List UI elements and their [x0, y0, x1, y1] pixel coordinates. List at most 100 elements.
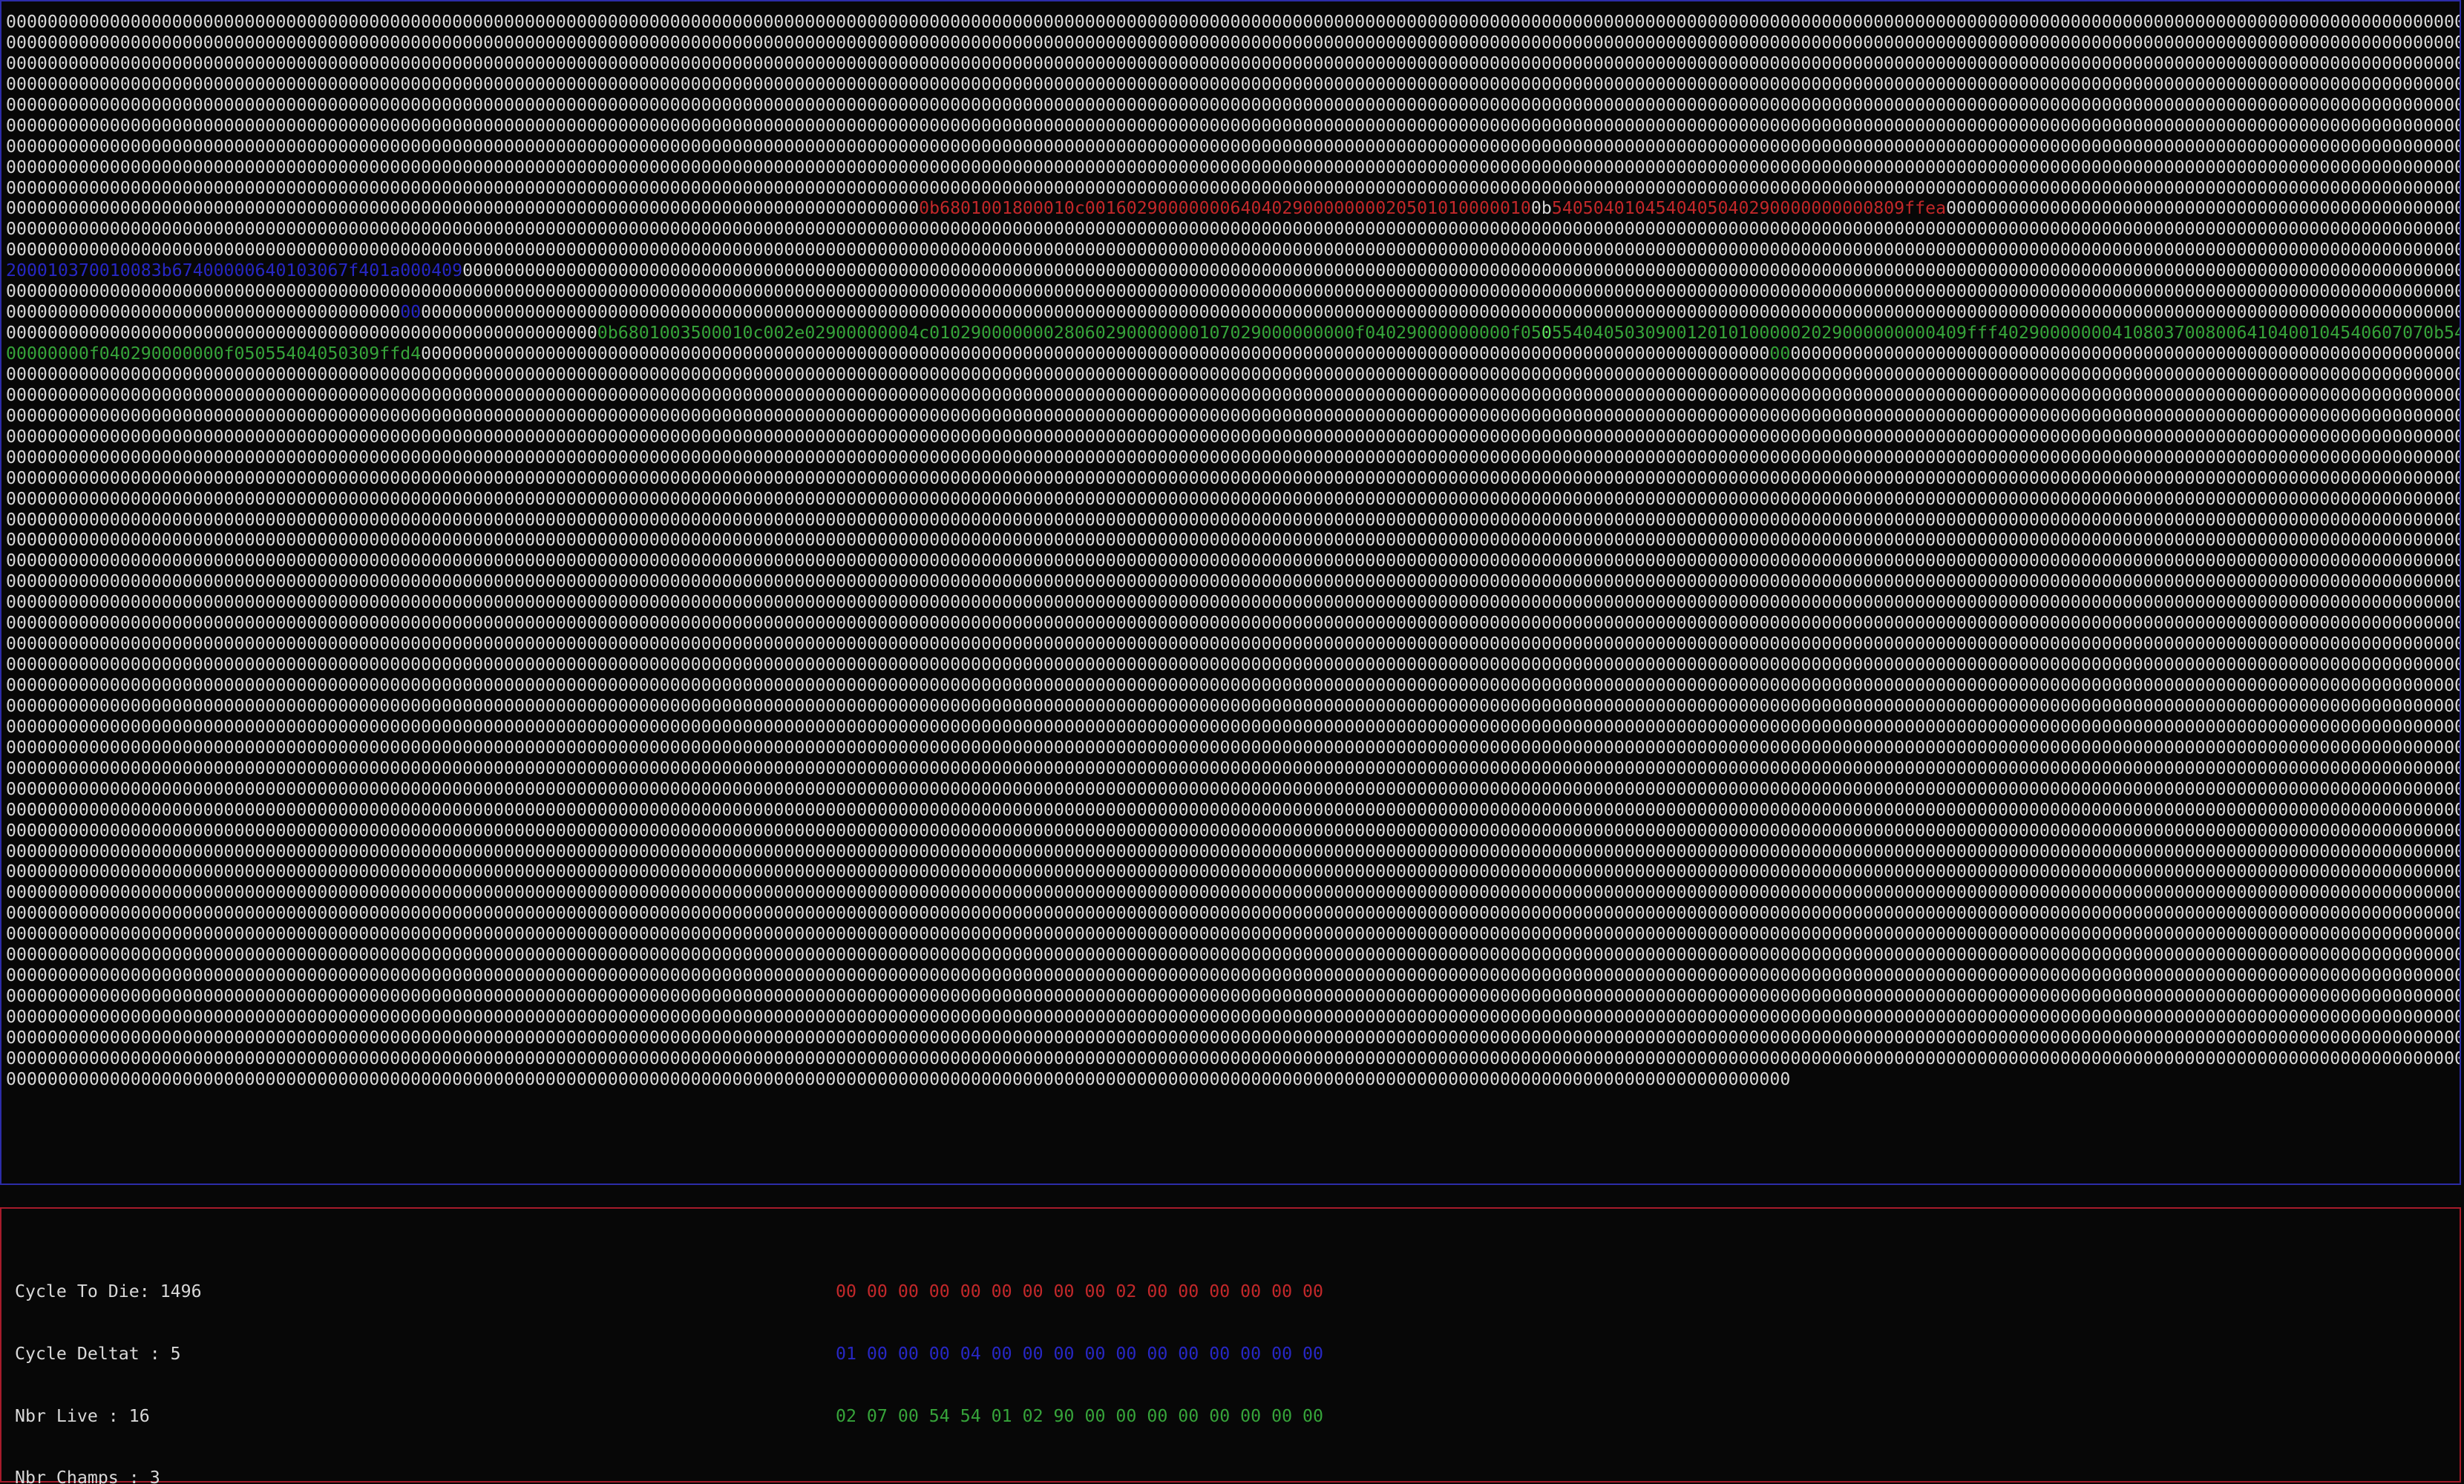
- memory-segment-default: 0000000000000000000000000000000000000000…: [6, 924, 2460, 945]
- memory-segment-default: 0000000000000000000000000000000000000000…: [6, 986, 2460, 1007]
- memory-segment-default: 0000000000000000000000000000000000000000…: [6, 716, 2460, 737]
- memory-row: 0000000000000000000000000000000000000000…: [6, 53, 2460, 74]
- memory-row: 0000000000000000000000000000000000000000…: [6, 427, 2460, 447]
- memory-segment-default: 0000000000000000000000000000000000000000…: [6, 198, 920, 219]
- memory-segment-default: 0000000000000000000000000000000000000000…: [6, 12, 2460, 32]
- cycle-to-die-label: Cycle To Die: 1496: [15, 1281, 202, 1301]
- memory-segment-default: 0000000000000000000000000000000000000000…: [462, 260, 2460, 281]
- memory-row: 0000000000000000000000000000000000000000…: [6, 654, 2460, 675]
- memory-segment-default: 0000000000000000000000000000000000000000…: [6, 861, 2460, 882]
- memory-segment-default: 0000000000000000000000000000000000000000…: [6, 965, 2460, 986]
- memory-row: 0000000000000000000000000000000000000000…: [6, 800, 2460, 821]
- memory-row: 0000000000000000000000000000000000000000…: [6, 634, 2460, 654]
- memory-segment-default: 0b: [1530, 198, 1552, 219]
- memory-dump: 0000000000000000000000000000000000000000…: [6, 12, 2460, 1090]
- memory-segment-default: 0000000000000000000000000000000000000000…: [6, 1027, 2460, 1048]
- memory-row: 200010370010083b67400000640103067f401a00…: [6, 260, 2460, 281]
- memory-row: 0000000000000000000000000000000000000000…: [6, 696, 2460, 717]
- memory-row: 0000000000000000000000000000000000000000…: [6, 1048, 2460, 1069]
- memory-segment-default: 0000000000000000000000000000000000000000…: [6, 571, 2460, 592]
- memory-segment-default: 0000000000000000000000000000000000000000…: [1790, 344, 2460, 364]
- memory-segment-default: 0000000000000000000000000000000000000000…: [6, 384, 2460, 405]
- info-panel: Cycle To Die: 1496 Cycle Deltat : 5 Nbr …: [0, 1207, 2461, 1484]
- memory-segment-default: 0000000000000000000000000000000000000000…: [6, 447, 2460, 467]
- memory-segment-default: 0000000000000000000000000000000000000000…: [6, 758, 2460, 778]
- memory-segment-default: 0000000000000000000000000000000000000000…: [6, 945, 2460, 965]
- memory-row: 0000000000000000000000000000000000000000…: [6, 323, 2460, 344]
- memory-segment-default: 0000000000000000000000000000000000000000…: [6, 426, 2460, 447]
- memory-row: 0000000000000000000000000000000000000000…: [6, 33, 2460, 53]
- memory-row: 0000000000000000000000000000000000000000…: [6, 406, 2460, 427]
- memory-segment-default: 0000000000000000000000000000000000000000…: [6, 53, 2460, 73]
- memory-row: 0000000000000000000000000000000000000000…: [6, 530, 2460, 551]
- memory-segment-default: 0000000000000000000000000000000000000000…: [6, 364, 2460, 384]
- memory-segment-default: 0000000000000000000000000000000000000000…: [6, 778, 2460, 799]
- arena-panel: 0000000000000000000000000000000000000000…: [0, 0, 2461, 1185]
- memory-row: 0000000000000000000000000000000000000000…: [6, 95, 2460, 116]
- memory-segment-default: 0000000000000000000000000000000000000000…: [421, 344, 1770, 364]
- memory-row: 0000000000000000000000000000000000000000…: [6, 738, 2460, 758]
- memory-segment-default: 0000000000000000000000000000000000000000…: [6, 634, 2460, 654]
- memory-segment-default: 0000000000000000000000000000000000000000…: [6, 841, 2460, 861]
- memory-row: 0000000000000000000000000000000000000000…: [6, 447, 2460, 468]
- memory-segment-default: 0000000000000000000000000000000000000000…: [6, 177, 2460, 198]
- memory-row: 0000000000000000000000000000000000000000…: [6, 551, 2460, 571]
- memory-row: 0000000000000000000000000000000000000000…: [6, 219, 2460, 240]
- memory-row: 0000000000000000000000000000000000000000…: [6, 903, 2460, 924]
- memory-row: 0000000000000000000000000000000000000000…: [6, 861, 2460, 882]
- memory-row: 0000000000000000000000000000000000000000…: [6, 758, 2460, 779]
- memory-row: 0000000000000000000000000000000000000000…: [6, 468, 2460, 489]
- memory-segment-default: 0000000000000000000000000000000000000000…: [6, 488, 2460, 509]
- memory-segment-default: 0000000000000000000000000000000000000000…: [6, 157, 2460, 177]
- cycle-delta-label: Cycle Deltat : 5: [15, 1343, 181, 1364]
- memory-row: 0000000000000000000000000000000000000000…: [6, 592, 2460, 613]
- memory-row: 0000000000000000000000000000000000000000…: [6, 157, 2460, 178]
- memory-segment-default: 0000000000000000000000000000000000000000…: [6, 219, 2460, 240]
- memory-row: 0000000000000000000000000000000000000000…: [6, 489, 2460, 510]
- memory-row: 0000000000000000000000000000000000000000…: [6, 302, 2460, 323]
- memory-row: 0000000000000000000000000000000000000000…: [6, 116, 2460, 137]
- memory-row: 0000000000000000000000000000000000000000…: [6, 137, 2460, 157]
- memory-segment-green: 00000000f040290000000f05055404050309ffd4: [6, 344, 422, 364]
- memory-row: 0000000000000000000000000000000000000000…: [6, 675, 2460, 696]
- memory-row: 0000000000000000000000000000000000000000…: [6, 945, 2460, 965]
- memory-row: 0000000000000000000000000000000000000000…: [6, 1007, 2460, 1028]
- memory-row: 0000000000000000000000000000000000000000…: [6, 965, 2460, 986]
- memory-segment-default: 0000000000000000000000000000000000000000…: [6, 592, 2460, 613]
- memory-row: 0000000000000000000000000000000000000000…: [6, 821, 2460, 841]
- memory-segment-default: 0000000000000000000000000000000000000000…: [6, 1048, 2460, 1068]
- register-row-green: 02 07 00 54 54 01 02 90 00 00 00 00 00 0…: [836, 1405, 1324, 1426]
- memory-row: 0000000000000000000000000000000000000000…: [6, 385, 2460, 406]
- memory-segment-default: 0000000000000000000000000000000000000000…: [6, 281, 2460, 302]
- memory-row: 0000000000000000000000000000000000000000…: [6, 986, 2460, 1007]
- memory-segment-default: 0000000000000000000000000000000000000000…: [6, 903, 2460, 924]
- memory-row: 0000000000000000000000000000000000000000…: [6, 613, 2460, 634]
- memory-row: 0000000000000000000000000000000000000000…: [6, 12, 2460, 33]
- memory-segment-default: 0000000000000000000000000000000000000000…: [6, 1068, 1791, 1089]
- memory-segment-default: 0000000000000000000000000000000000000000…: [6, 94, 2460, 115]
- memory-row: 0000000000000000000000000000000000000000…: [6, 571, 2460, 592]
- memory-row: 0000000000000000000000000000000000000000…: [6, 1069, 2460, 1090]
- nbr-champs-label: Nbr_Champs : 3: [15, 1468, 160, 1484]
- memory-row: 0000000000000000000000000000000000000000…: [6, 510, 2460, 531]
- memory-segment-green: 0b6801003500010c002e02900000004c01029000…: [597, 323, 1541, 344]
- memory-segment-default: 0000000000000000000000000000000000000000…: [6, 654, 2460, 675]
- memory-segment-green: 00: [1769, 344, 1791, 364]
- register-row-red: 00 00 00 00 00 00 00 00 00 02 00 00 00 0…: [836, 1281, 1324, 1301]
- memory-row: 0000000000000000000000000000000000000000…: [6, 198, 2460, 219]
- memory-segment-bright-green: 0: [1541, 323, 1552, 344]
- memory-segment-default: 0000000000000000000000000000000000000000…: [6, 32, 2460, 53]
- memory-segment-blue: 200010370010083b67400000640103067f401a00…: [6, 260, 463, 281]
- memory-segment-red: 0b6801001800010c001602900000006404029000…: [919, 198, 1531, 219]
- nbr-live-label: Nbr Live : 16: [15, 1405, 150, 1426]
- memory-segment-default: 0000000000000000000000000000000000000000…: [6, 73, 2460, 94]
- memory-row: 0000000000000000000000000000000000000000…: [6, 364, 2460, 385]
- memory-segment-default: 0000000000000000000000000000000000000000…: [6, 240, 2460, 260]
- stats-block: Cycle To Die: 1496 Cycle Deltat : 5 Nbr …: [15, 1240, 202, 1484]
- memory-segment-green: 5540405030900120101000002029000000000409…: [1551, 323, 2460, 344]
- memory-segment-default: 0000000000000000000000000000000000000000…: [6, 136, 2460, 157]
- memory-row: 0000000000000000000000000000000000000000…: [6, 924, 2460, 945]
- memory-row: 0000000000000000000000000000000000000000…: [6, 281, 2460, 302]
- memory-segment-default: 0000000000000000000000000000000000000000…: [6, 1007, 2460, 1027]
- memory-row: 0000000000000000000000000000000000000000…: [6, 74, 2460, 95]
